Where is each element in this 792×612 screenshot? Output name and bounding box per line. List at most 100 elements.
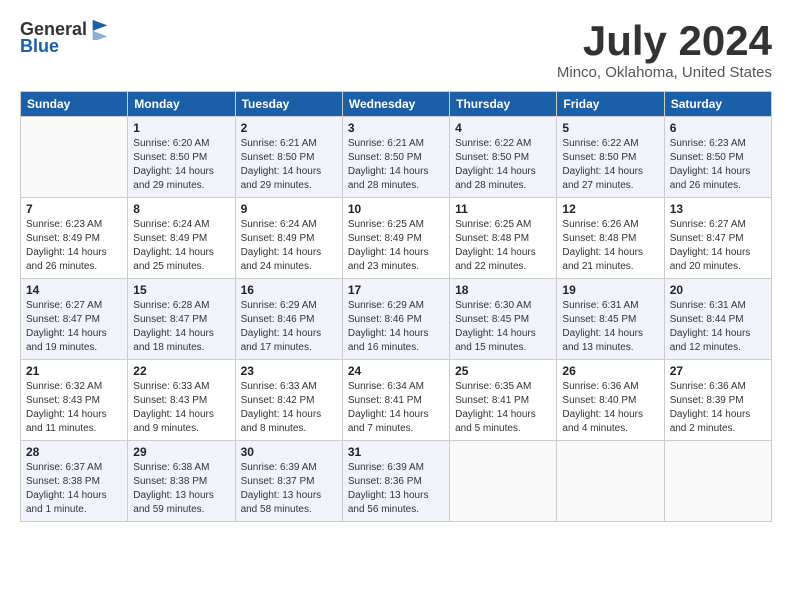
calendar-cell: 17 Sunrise: 6:29 AM Sunset: 8:46 PM Dayli… [342, 279, 449, 360]
day-info: Sunrise: 6:23 AM Sunset: 8:49 PM Dayligh… [26, 218, 122, 274]
header-saturday: Saturday [664, 92, 771, 117]
day-info: Sunrise: 6:25 AM Sunset: 8:48 PM Dayligh… [455, 218, 551, 274]
day-number: 25 [455, 364, 551, 378]
month-title: July 2024 [557, 18, 772, 64]
day-number: 27 [670, 364, 766, 378]
day-info: Sunrise: 6:28 AM Sunset: 8:47 PM Dayligh… [133, 299, 229, 355]
day-info: Sunrise: 6:32 AM Sunset: 8:43 PM Dayligh… [26, 380, 122, 436]
logo-blue: Blue [20, 36, 59, 57]
day-info: Sunrise: 6:29 AM Sunset: 8:46 PM Dayligh… [348, 299, 444, 355]
calendar-cell: 4Sunrise: 6:22 AM Sunset: 8:50 PM Daylig… [450, 117, 557, 198]
page: General Blue July 2024 Minco, Oklahoma, … [0, 0, 792, 532]
day-info: Sunrise: 6:21 AM Sunset: 8:50 PM Dayligh… [348, 137, 444, 193]
calendar-cell: 6Sunrise: 6:23 AM Sunset: 8:50 PM Daylig… [664, 117, 771, 198]
day-info: Sunrise: 6:39 AM Sunset: 8:37 PM Dayligh… [241, 461, 337, 517]
day-number: 18 [455, 283, 551, 297]
day-number: 26 [562, 364, 658, 378]
day-info: Sunrise: 6:35 AM Sunset: 8:41 PM Dayligh… [455, 380, 551, 436]
header: General Blue July 2024 Minco, Oklahoma, … [20, 18, 772, 81]
day-number: 30 [241, 445, 337, 459]
calendar-cell [557, 441, 664, 522]
calendar-cell: 12 Sunrise: 6:26 AM Sunset: 8:48 PM Dayli… [557, 198, 664, 279]
day-number: 12 [562, 202, 658, 216]
day-info: Sunrise: 6:23 AM Sunset: 8:50 PM Dayligh… [670, 137, 766, 193]
calendar-cell: 11 Sunrise: 6:25 AM Sunset: 8:48 PM Dayli… [450, 198, 557, 279]
day-info: Sunrise: 6:24 AM Sunset: 8:49 PM Dayligh… [133, 218, 229, 274]
header-wednesday: Wednesday [342, 92, 449, 117]
calendar-cell: 18 Sunrise: 6:30 AM Sunset: 8:45 PM Dayli… [450, 279, 557, 360]
calendar-cell: 13Sunrise: 6:27 AM Sunset: 8:47 PM Dayli… [664, 198, 771, 279]
calendar-cell [450, 441, 557, 522]
calendar-cell [664, 441, 771, 522]
day-info: Sunrise: 6:29 AM Sunset: 8:46 PM Dayligh… [241, 299, 337, 355]
day-info: Sunrise: 6:37 AM Sunset: 8:38 PM Dayligh… [26, 461, 122, 517]
day-info: Sunrise: 6:36 AM Sunset: 8:40 PM Dayligh… [562, 380, 658, 436]
day-number: 16 [241, 283, 337, 297]
day-info: Sunrise: 6:22 AM Sunset: 8:50 PM Dayligh… [562, 137, 658, 193]
day-number: 17 [348, 283, 444, 297]
day-number: 28 [26, 445, 122, 459]
day-number: 1 [133, 121, 229, 135]
calendar-week-1: 1Sunrise: 6:20 AM Sunset: 8:50 PM Daylig… [21, 117, 772, 198]
calendar-week-5: 28 Sunrise: 6:37 AM Sunset: 8:38 PM Dayli… [21, 441, 772, 522]
day-number: 4 [455, 121, 551, 135]
day-number: 13 [670, 202, 766, 216]
calendar-cell: 29 Sunrise: 6:38 AM Sunset: 8:38 PM Dayli… [128, 441, 235, 522]
calendar-cell: 19Sunrise: 6:31 AM Sunset: 8:45 PM Dayli… [557, 279, 664, 360]
calendar-cell: 31Sunrise: 6:39 AM Sunset: 8:36 PM Dayli… [342, 441, 449, 522]
calendar-cell: 15 Sunrise: 6:28 AM Sunset: 8:47 PM Dayli… [128, 279, 235, 360]
day-number: 8 [133, 202, 229, 216]
day-number: 15 [133, 283, 229, 297]
calendar-body: 1Sunrise: 6:20 AM Sunset: 8:50 PM Daylig… [21, 117, 772, 522]
calendar-cell: 20 Sunrise: 6:31 AM Sunset: 8:44 PM Dayli… [664, 279, 771, 360]
day-info: Sunrise: 6:33 AM Sunset: 8:42 PM Dayligh… [241, 380, 337, 436]
day-number: 31 [348, 445, 444, 459]
calendar-cell: 8 Sunrise: 6:24 AM Sunset: 8:49 PM Daylig… [128, 198, 235, 279]
day-number: 14 [26, 283, 122, 297]
day-number: 20 [670, 283, 766, 297]
logo-flag-icon [89, 18, 111, 40]
calendar-cell: 28 Sunrise: 6:37 AM Sunset: 8:38 PM Dayli… [21, 441, 128, 522]
calendar-cell: 27 Sunrise: 6:36 AM Sunset: 8:39 PM Dayli… [664, 360, 771, 441]
calendar-cell: 2 Sunrise: 6:21 AM Sunset: 8:50 PM Daylig… [235, 117, 342, 198]
calendar-cell: 25 Sunrise: 6:35 AM Sunset: 8:41 PM Dayli… [450, 360, 557, 441]
calendar-cell: 5 Sunrise: 6:22 AM Sunset: 8:50 PM Daylig… [557, 117, 664, 198]
calendar-week-3: 14 Sunrise: 6:27 AM Sunset: 8:47 PM Dayli… [21, 279, 772, 360]
calendar-cell: 16 Sunrise: 6:29 AM Sunset: 8:46 PM Dayli… [235, 279, 342, 360]
header-monday: Monday [128, 92, 235, 117]
day-number: 11 [455, 202, 551, 216]
day-number: 29 [133, 445, 229, 459]
day-info: Sunrise: 6:27 AM Sunset: 8:47 PM Dayligh… [26, 299, 122, 355]
day-number: 24 [348, 364, 444, 378]
day-number: 10 [348, 202, 444, 216]
header-friday: Friday [557, 92, 664, 117]
day-info: Sunrise: 6:33 AM Sunset: 8:43 PM Dayligh… [133, 380, 229, 436]
header-row: Sunday Monday Tuesday Wednesday Thursday… [21, 92, 772, 117]
day-number: 5 [562, 121, 658, 135]
day-info: Sunrise: 6:31 AM Sunset: 8:45 PM Dayligh… [562, 299, 658, 355]
day-info: Sunrise: 6:21 AM Sunset: 8:50 PM Dayligh… [241, 137, 337, 193]
day-info: Sunrise: 6:26 AM Sunset: 8:48 PM Dayligh… [562, 218, 658, 274]
day-info: Sunrise: 6:25 AM Sunset: 8:49 PM Dayligh… [348, 218, 444, 274]
day-info: Sunrise: 6:38 AM Sunset: 8:38 PM Dayligh… [133, 461, 229, 517]
title-block: July 2024 Minco, Oklahoma, United States [557, 18, 772, 81]
day-number: 2 [241, 121, 337, 135]
day-number: 21 [26, 364, 122, 378]
day-info: Sunrise: 6:30 AM Sunset: 8:45 PM Dayligh… [455, 299, 551, 355]
logo: General Blue [20, 18, 111, 57]
calendar-cell: 3Sunrise: 6:21 AM Sunset: 8:50 PM Daylig… [342, 117, 449, 198]
calendar-cell: 10 Sunrise: 6:25 AM Sunset: 8:49 PM Dayli… [342, 198, 449, 279]
header-tuesday: Tuesday [235, 92, 342, 117]
day-info: Sunrise: 6:31 AM Sunset: 8:44 PM Dayligh… [670, 299, 766, 355]
day-info: Sunrise: 6:34 AM Sunset: 8:41 PM Dayligh… [348, 380, 444, 436]
calendar-cell: 9Sunrise: 6:24 AM Sunset: 8:49 PM Daylig… [235, 198, 342, 279]
day-info: Sunrise: 6:36 AM Sunset: 8:39 PM Dayligh… [670, 380, 766, 436]
calendar-cell [21, 117, 128, 198]
calendar-cell: 26 Sunrise: 6:36 AM Sunset: 8:40 PM Dayli… [557, 360, 664, 441]
calendar-cell: 21 Sunrise: 6:32 AM Sunset: 8:43 PM Dayli… [21, 360, 128, 441]
calendar-week-2: 7Sunrise: 6:23 AM Sunset: 8:49 PM Daylig… [21, 198, 772, 279]
day-number: 9 [241, 202, 337, 216]
calendar-table: Sunday Monday Tuesday Wednesday Thursday… [20, 91, 772, 522]
calendar-cell: 24 Sunrise: 6:34 AM Sunset: 8:41 PM Dayli… [342, 360, 449, 441]
day-number: 22 [133, 364, 229, 378]
